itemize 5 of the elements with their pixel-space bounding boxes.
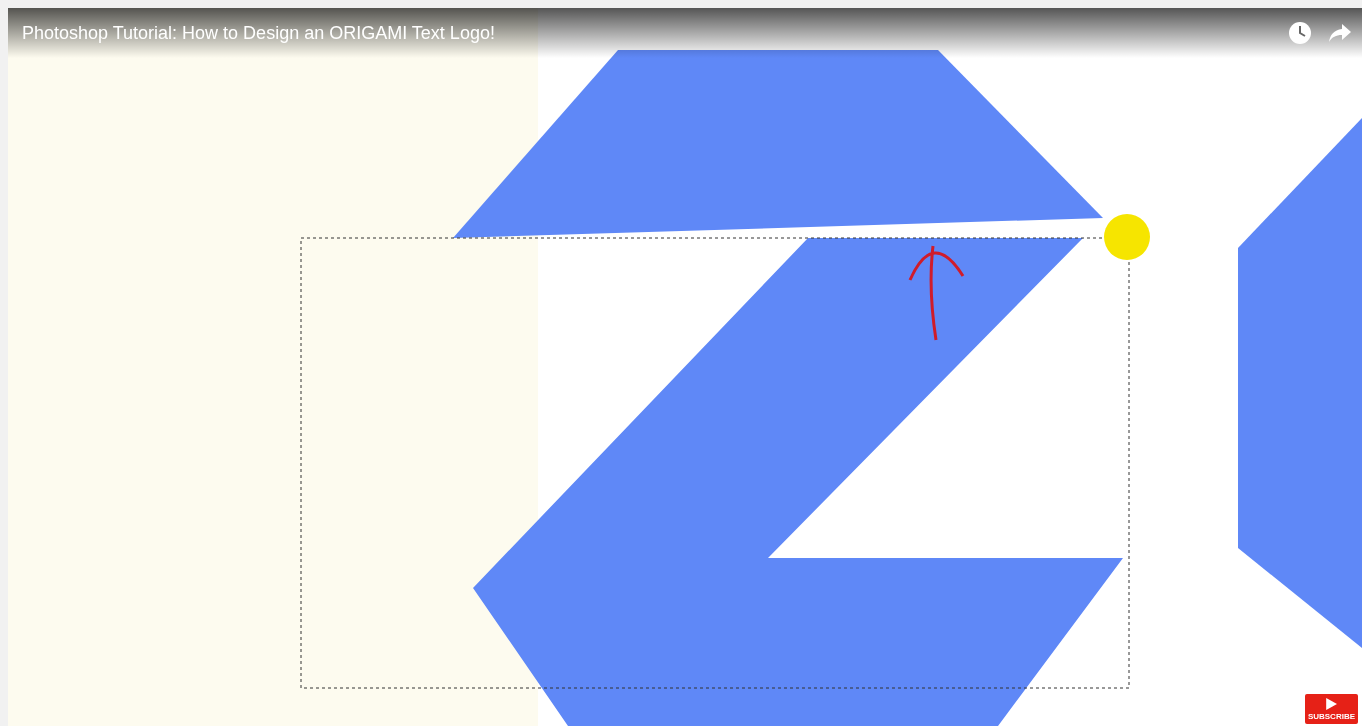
clock-icon[interactable] [1288, 21, 1312, 45]
video-title[interactable]: Photoshop Tutorial: How to Design an ORIGAMI Text Logo! [22, 22, 495, 44]
play-icon [1325, 697, 1338, 710]
subscribe-button[interactable]: SUBSCRIBE [1304, 694, 1358, 724]
subscribe-label: SUBSCRIBE [1307, 711, 1355, 721]
